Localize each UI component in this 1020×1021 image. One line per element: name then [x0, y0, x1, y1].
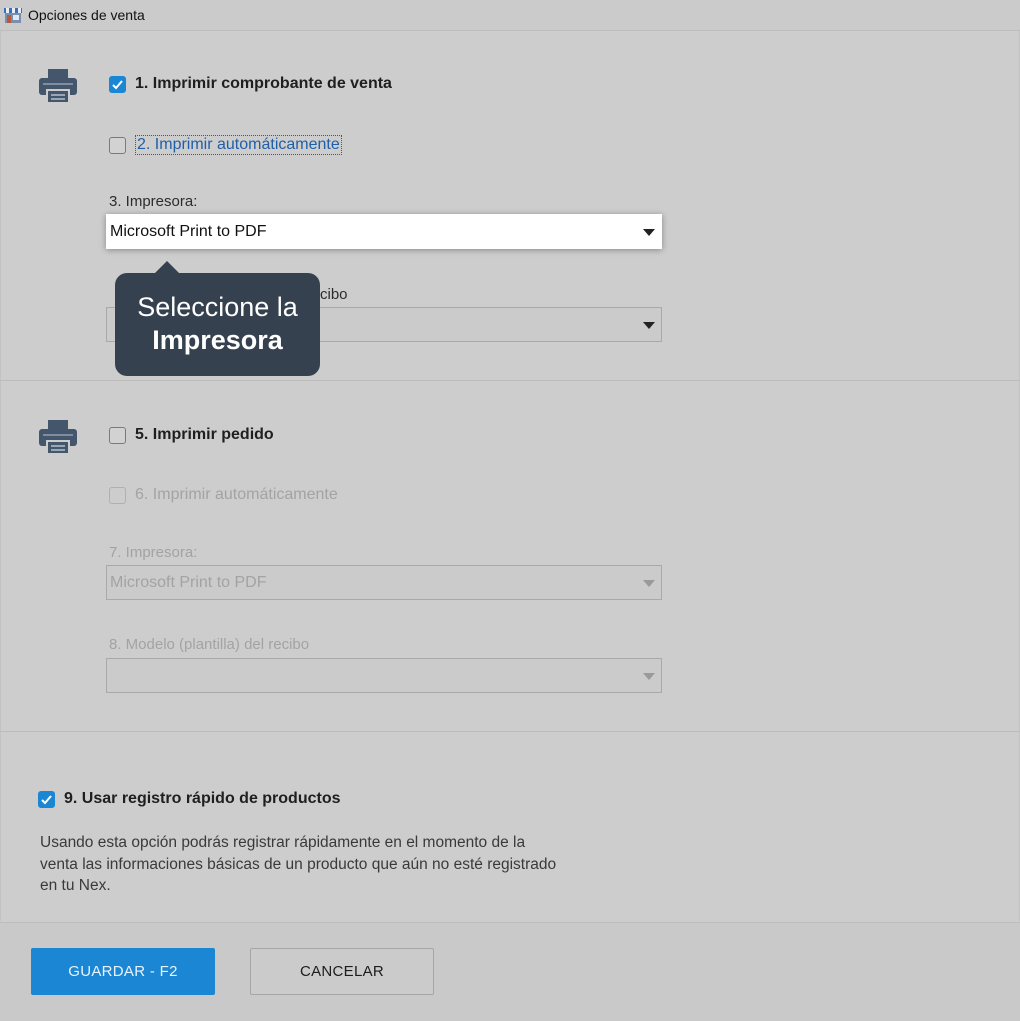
print-receipt-checkbox[interactable] — [109, 75, 126, 93]
store-icon — [4, 8, 22, 23]
order-template-label: 8. Modelo (plantilla) del recibo — [109, 636, 310, 653]
check-icon — [112, 79, 123, 89]
printer-label: 3. Impresora: — [109, 193, 198, 210]
check-icon — [41, 794, 52, 804]
chevron-down-icon — [643, 673, 655, 680]
print-receipt-row[interactable]: 1. Imprimir comprobante de venta — [109, 75, 392, 93]
save-button[interactable]: GUARDAR - F2 — [31, 948, 215, 995]
order-printer-select: Microsoft Print to PDF — [106, 565, 662, 600]
auto-print-row[interactable]: 2. Imprimir automáticamente — [109, 135, 342, 155]
cancel-button[interactable]: CANCELAR — [250, 948, 434, 995]
printer-icon — [39, 69, 77, 104]
order-printer-select-value: Microsoft Print to PDF — [110, 574, 267, 591]
chevron-down-icon[interactable] — [643, 229, 655, 236]
chevron-down-icon[interactable] — [643, 322, 655, 329]
printer-select[interactable]: Microsoft Print to PDF — [106, 214, 662, 249]
auto-print-checkbox[interactable] — [109, 136, 126, 154]
chevron-down-icon — [643, 580, 655, 587]
quick-register-row[interactable]: 9. Usar registro rápido de productos — [38, 790, 341, 808]
dialog-content — [0, 31, 1020, 921]
print-order-checkbox[interactable] — [109, 426, 126, 444]
print-order-label: 5. Imprimir pedido — [135, 426, 274, 443]
print-order-row[interactable]: 5. Imprimir pedido — [109, 426, 274, 444]
tooltip-line2: Impresora — [152, 325, 283, 355]
quick-register-checkbox[interactable] — [38, 790, 55, 808]
template-label-partial: cibo — [320, 286, 348, 303]
auto-print-label[interactable]: 2. Imprimir automáticamente — [135, 135, 342, 155]
order-printer-label: 7. Impresora: — [109, 544, 198, 561]
order-auto-print-checkbox — [109, 486, 126, 504]
dialog-footer: GUARDAR - F2 CANCELAR — [0, 922, 1020, 1021]
window-title: Opciones de venta — [28, 7, 145, 23]
printer-select-value: Microsoft Print to PDF — [110, 223, 267, 240]
printer-tooltip: Seleccione la Impresora — [115, 261, 320, 376]
quick-register-description: Usando esta opción podrás registrar rápi… — [40, 834, 557, 894]
quick-register-label: 9. Usar registro rápido de productos — [64, 790, 341, 807]
order-auto-print-label: 6. Imprimir automáticamente — [135, 486, 338, 503]
order-template-select — [106, 658, 662, 693]
section-divider — [0, 380, 1020, 381]
window-titlebar: Opciones de venta — [0, 0, 1020, 31]
printer-icon — [39, 420, 77, 455]
print-receipt-label: 1. Imprimir comprobante de venta — [135, 75, 392, 92]
tooltip-line1: Seleccione la — [137, 292, 298, 322]
order-auto-print-row: 6. Imprimir automáticamente — [109, 486, 338, 504]
section-divider — [0, 731, 1020, 732]
